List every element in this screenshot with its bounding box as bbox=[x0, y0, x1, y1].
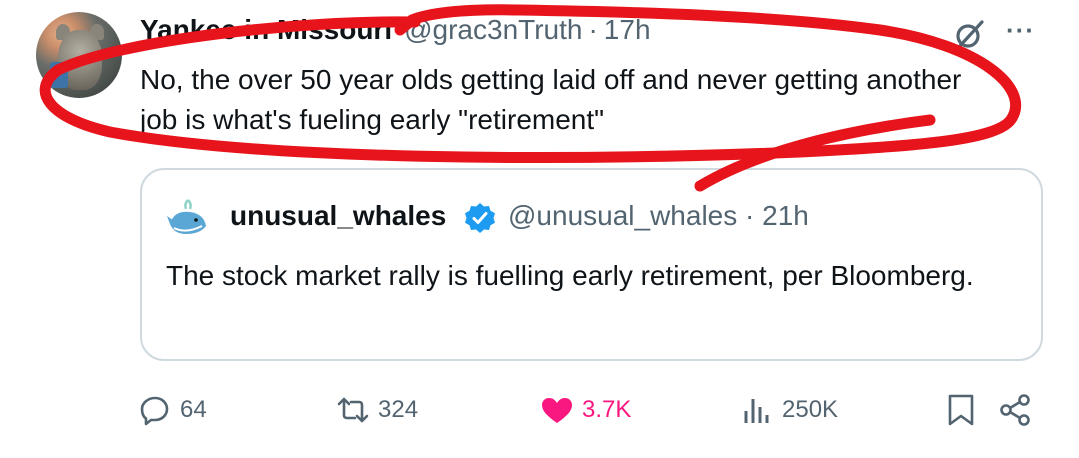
avatar-cup bbox=[50, 62, 68, 88]
avatar[interactable] bbox=[36, 12, 122, 98]
share-button[interactable] bbox=[998, 386, 1040, 434]
tweet[interactable]: Yankee in Missouri @grac3nTruth · 17h ··… bbox=[0, 0, 1079, 458]
reply-button[interactable]: 64 bbox=[138, 386, 207, 434]
grok-icon[interactable] bbox=[952, 18, 986, 52]
repost-count: 324 bbox=[378, 396, 419, 423]
quoted-handle[interactable]: @unusual_whales bbox=[508, 200, 737, 231]
views-button[interactable]: 250K bbox=[740, 386, 838, 434]
bookmark-button[interactable] bbox=[944, 386, 986, 434]
views-icon bbox=[744, 399, 769, 423]
timestamp[interactable]: 17h bbox=[604, 14, 651, 46]
reply-icon bbox=[140, 396, 169, 426]
verified-badge-icon bbox=[465, 203, 495, 233]
reply-count: 64 bbox=[180, 396, 207, 423]
repost-icon bbox=[337, 397, 369, 423]
views-count: 250K bbox=[782, 396, 839, 423]
like-button[interactable]: 3.7K bbox=[540, 386, 631, 434]
heart-icon bbox=[542, 398, 572, 423]
whale-avatar-icon[interactable] bbox=[166, 196, 210, 240]
more-icon[interactable]: ··· bbox=[1006, 17, 1046, 46]
tweet-header: Yankee in Missouri @grac3nTruth · 17h bbox=[140, 14, 651, 50]
display-name[interactable]: Yankee in Missouri bbox=[140, 14, 392, 46]
quoted-text: The stock market rally is fuelling early… bbox=[166, 260, 974, 291]
like-count: 3.7K bbox=[582, 396, 632, 423]
quoted-display-name[interactable]: unusual_whales bbox=[230, 200, 446, 232]
separator-dot: · bbox=[588, 14, 598, 45]
action-bar: 64 324 3.7K 250K bbox=[0, 386, 1079, 434]
quoted-meta: @unusual_whales · 21h bbox=[508, 200, 809, 232]
repost-button[interactable]: 324 bbox=[336, 386, 418, 434]
separator-dot: · bbox=[745, 200, 755, 231]
quoted-tweet[interactable]: unusual_whales @unusual_whales · 21h The… bbox=[140, 168, 1043, 361]
share-icon bbox=[1000, 394, 1030, 426]
bookmark-icon bbox=[948, 394, 974, 426]
user-handle[interactable]: @grac3nTruth bbox=[404, 14, 582, 46]
quoted-timestamp[interactable]: 21h bbox=[762, 200, 809, 231]
tweet-text: No, the over 50 year olds getting laid o… bbox=[140, 64, 962, 135]
